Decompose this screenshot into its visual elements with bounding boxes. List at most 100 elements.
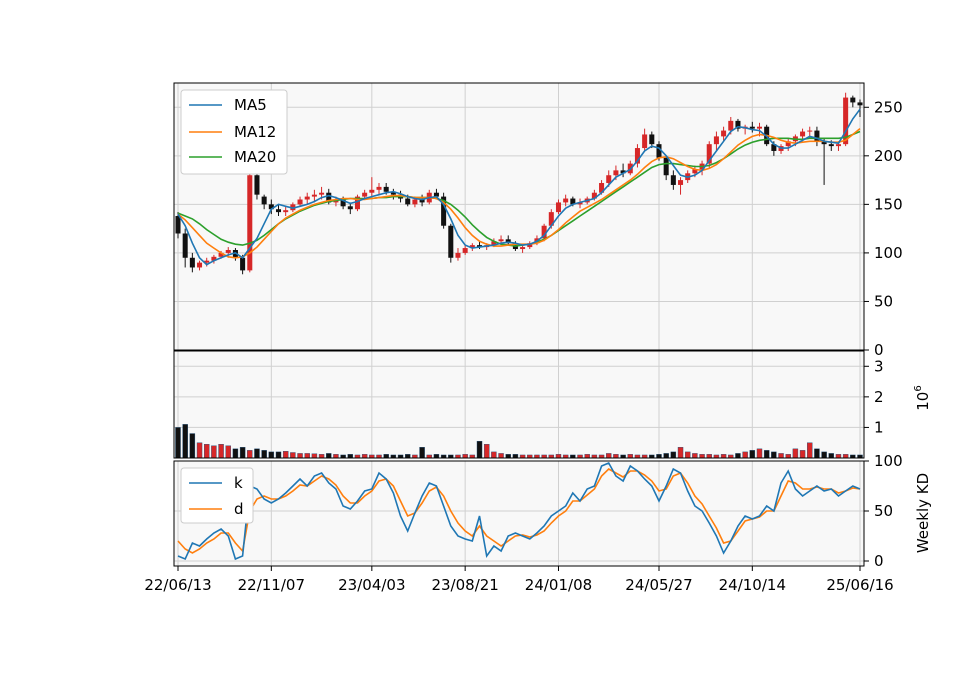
volume-bar — [842, 454, 849, 459]
x-tick-label: 22/06/13 — [144, 576, 211, 594]
candle-body — [462, 248, 468, 253]
volume-bar — [656, 454, 662, 459]
volume-bar — [290, 452, 296, 459]
candle-body — [376, 186, 382, 190]
volume-bar — [232, 448, 239, 459]
volume-bar — [814, 448, 820, 459]
volume-bar — [699, 454, 705, 459]
volume-bar — [735, 453, 741, 459]
candle-body — [835, 144, 841, 147]
volume-bar — [476, 440, 483, 459]
x-tick-label: 25/06/16 — [826, 576, 893, 594]
candle-body — [405, 198, 411, 205]
volume-bar — [361, 454, 368, 459]
volume-bar — [613, 454, 619, 459]
volume-bar — [771, 451, 777, 459]
x-tick-label: 24/05/27 — [625, 576, 692, 594]
volume-bar — [785, 454, 791, 459]
candle-body — [807, 130, 813, 132]
volume-bar — [182, 424, 188, 459]
volume-plot-area — [174, 351, 864, 458]
volume-bar — [204, 444, 210, 459]
volume-bar — [663, 453, 669, 459]
candle-body — [828, 144, 834, 147]
candle-body — [728, 120, 734, 131]
candle-body — [520, 247, 526, 250]
y-tick-label: 150 — [874, 195, 903, 213]
price-panel: 050100150200250 MA5 MA12 MA20 — [173, 82, 903, 359]
volume-bar — [807, 442, 813, 459]
candle-body — [283, 210, 289, 213]
x-tick-label: 24/01/08 — [525, 576, 592, 594]
candle-body — [448, 225, 454, 258]
volume-bar — [218, 444, 224, 459]
kd-panel: 0 50 100 Weekly KD k d — [173, 452, 932, 570]
volume-bar — [555, 454, 562, 459]
legend-d-label: d — [234, 500, 244, 518]
volume-bar — [304, 453, 310, 459]
legend-k-label: k — [234, 474, 243, 492]
volume-bar — [347, 454, 354, 459]
candle-body — [197, 262, 203, 268]
volume-bar — [239, 447, 246, 459]
candle-body — [498, 239, 504, 242]
candle-body — [663, 157, 669, 176]
volume-bar — [333, 454, 339, 459]
volume-bar — [491, 451, 497, 459]
candle-body — [319, 192, 325, 195]
volume-bar — [670, 451, 677, 459]
volume-bar — [282, 451, 289, 459]
y-tick-label: 0 — [874, 552, 884, 570]
candle-body — [304, 196, 310, 200]
candle-body — [175, 216, 181, 234]
volume-bar — [627, 454, 633, 459]
candle-body — [670, 175, 676, 185]
volume-bar — [763, 450, 770, 459]
candle-body — [311, 194, 317, 197]
candle-body — [800, 131, 806, 137]
candle-body — [756, 126, 763, 129]
volume-bar — [749, 450, 756, 459]
x-tick-label: 24/10/14 — [719, 576, 786, 594]
volume-bar — [196, 442, 203, 459]
volume-bar — [505, 454, 511, 459]
candle-body — [555, 202, 561, 213]
volume-bar — [189, 433, 196, 459]
volume-bar — [706, 454, 712, 459]
y-tick-label: 50 — [874, 292, 893, 310]
volume-bar — [225, 445, 231, 459]
y-tick-label: 200 — [874, 147, 903, 165]
volume-bar — [383, 454, 389, 459]
volume-bar — [326, 453, 332, 459]
volume-bar — [311, 453, 318, 459]
x-tick-label: 23/04/03 — [338, 576, 405, 594]
kd-axis-label: Weekly KD — [914, 473, 932, 553]
volume-bar — [756, 448, 763, 459]
y-tick-label: 100 — [874, 244, 903, 262]
legend-ma20-label: MA20 — [234, 148, 276, 166]
y-tick-label: 1 — [874, 418, 884, 436]
stock-chart: 050100150200250 MA5 MA12 MA20 123 106 05… — [0, 0, 960, 690]
volume-bar — [606, 453, 612, 459]
candle-body — [857, 102, 863, 106]
candle-body — [642, 134, 648, 149]
candle-body — [369, 189, 375, 193]
candle-body — [383, 186, 389, 192]
y-tick-label: 3 — [874, 357, 884, 375]
volume-bar — [462, 454, 468, 459]
kd-legend: k d — [180, 467, 254, 524]
x-tick-label: 23/08/21 — [431, 576, 498, 594]
volume-bar — [247, 450, 253, 459]
volume-bar — [821, 451, 827, 459]
volume-bar — [261, 450, 267, 459]
volume-bar — [254, 448, 260, 459]
candle-body — [240, 257, 246, 271]
volume-bar — [684, 451, 691, 459]
volume-bar — [792, 448, 799, 459]
volume-bar — [835, 454, 842, 459]
candle-body — [189, 257, 195, 268]
y-tick-label: 250 — [874, 98, 903, 116]
candle-body — [850, 97, 856, 103]
candle-body — [297, 199, 303, 205]
volume-bar — [799, 450, 806, 459]
